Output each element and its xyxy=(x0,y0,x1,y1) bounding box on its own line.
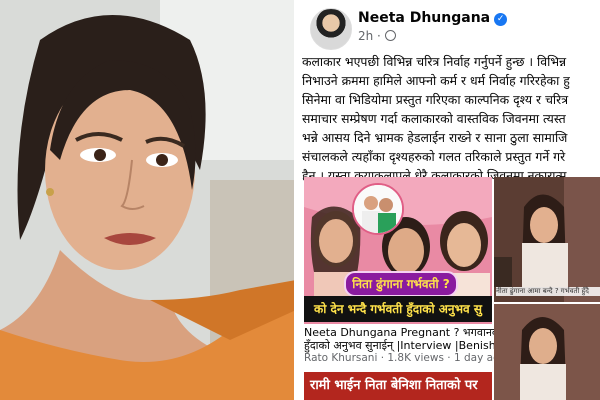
video-thumbnail[interactable]: निता ढुंगाना गर्भवती ? को देन भन्दै गर्भ… xyxy=(304,177,492,324)
video-caption-line[interactable]: Neeta Dhungana Pregnant ? भगवानको देन भन… xyxy=(304,326,569,339)
inset-photo xyxy=(352,183,404,235)
verified-badge-icon: ✓ xyxy=(494,13,508,26)
post-text-line: समाचार सम्प्रेषण गर्दा कलाकारको वास्तविक… xyxy=(302,111,566,126)
author-name-text[interactable]: Neeta Dhungana xyxy=(358,10,490,26)
post-text-line: कलाकार भएपछी विभिन्न चरित्र निर्वाह गर्न… xyxy=(302,54,567,69)
post-text-line: निभाउने क्रममा हामिले आफ्नो कर्म र धर्म … xyxy=(302,73,570,88)
side-thumbnail-label: नीता ढुंगाना आमा बन्दै ? गर्भवती हुँदै xyxy=(496,287,600,296)
post-text-line: सिनेमा वा भिडियोमा प्रस्तुत गरिएका काल्प… xyxy=(302,92,569,107)
portrait-illustration xyxy=(0,0,296,400)
post-time[interactable]: 2h · xyxy=(358,29,381,43)
side-thumbnail-scene-2 xyxy=(494,304,600,400)
globe-icon xyxy=(384,30,396,41)
post-meta: 2h · xyxy=(358,29,396,43)
video-caption-line[interactable]: हुँदाको अनुभव सुनाईन् |Interview |Benish… xyxy=(304,339,543,352)
inset-illustration xyxy=(354,185,402,233)
post-text-line: संचालकले त्यहाँका दृश्यहरुको गलत तरिकाले… xyxy=(302,149,566,164)
post-text-line: भन्ने आसय दिने भ्रामक हेडलाईन राख्ने र स… xyxy=(302,130,568,145)
side-thumbnail-top[interactable]: नीता ढुंगाना आमा बन्दै ? गर्भवती हुँदै xyxy=(494,177,600,302)
video-caption[interactable]: Neeta Dhungana Pregnant ? भगवानको देन भन… xyxy=(304,326,569,365)
author-avatar[interactable] xyxy=(310,8,352,50)
bottom-thumbnail-text: रामी भाईन निता बेनिशा निताको पर xyxy=(310,378,478,393)
post-body: कलाकार भएपछी विभिन्न चरित्र निर्वाह गर्न… xyxy=(302,52,600,185)
video-title-banner: निता ढुंगाना गर्भवती ? xyxy=(344,271,458,297)
video-sub-banner: को देन भन्दै गर्भवती हुँदाको अनुभव सु xyxy=(304,296,492,322)
portrait-photo xyxy=(0,0,296,400)
bottom-thumbnail[interactable]: रामी भाईन निता बेनिशा निताको पर xyxy=(304,372,492,400)
facebook-post: Neeta Dhungana ✓ 2h · कलाकार भएपछी विभिन्… xyxy=(296,0,600,400)
channel-meta: Rato Khursani · 1.8K views · 1 day ago xyxy=(304,352,507,364)
author-name[interactable]: Neeta Dhungana ✓ xyxy=(358,10,508,26)
side-thumbnail-bottom[interactable] xyxy=(494,304,600,400)
side-thumbnail-scene xyxy=(494,177,600,302)
